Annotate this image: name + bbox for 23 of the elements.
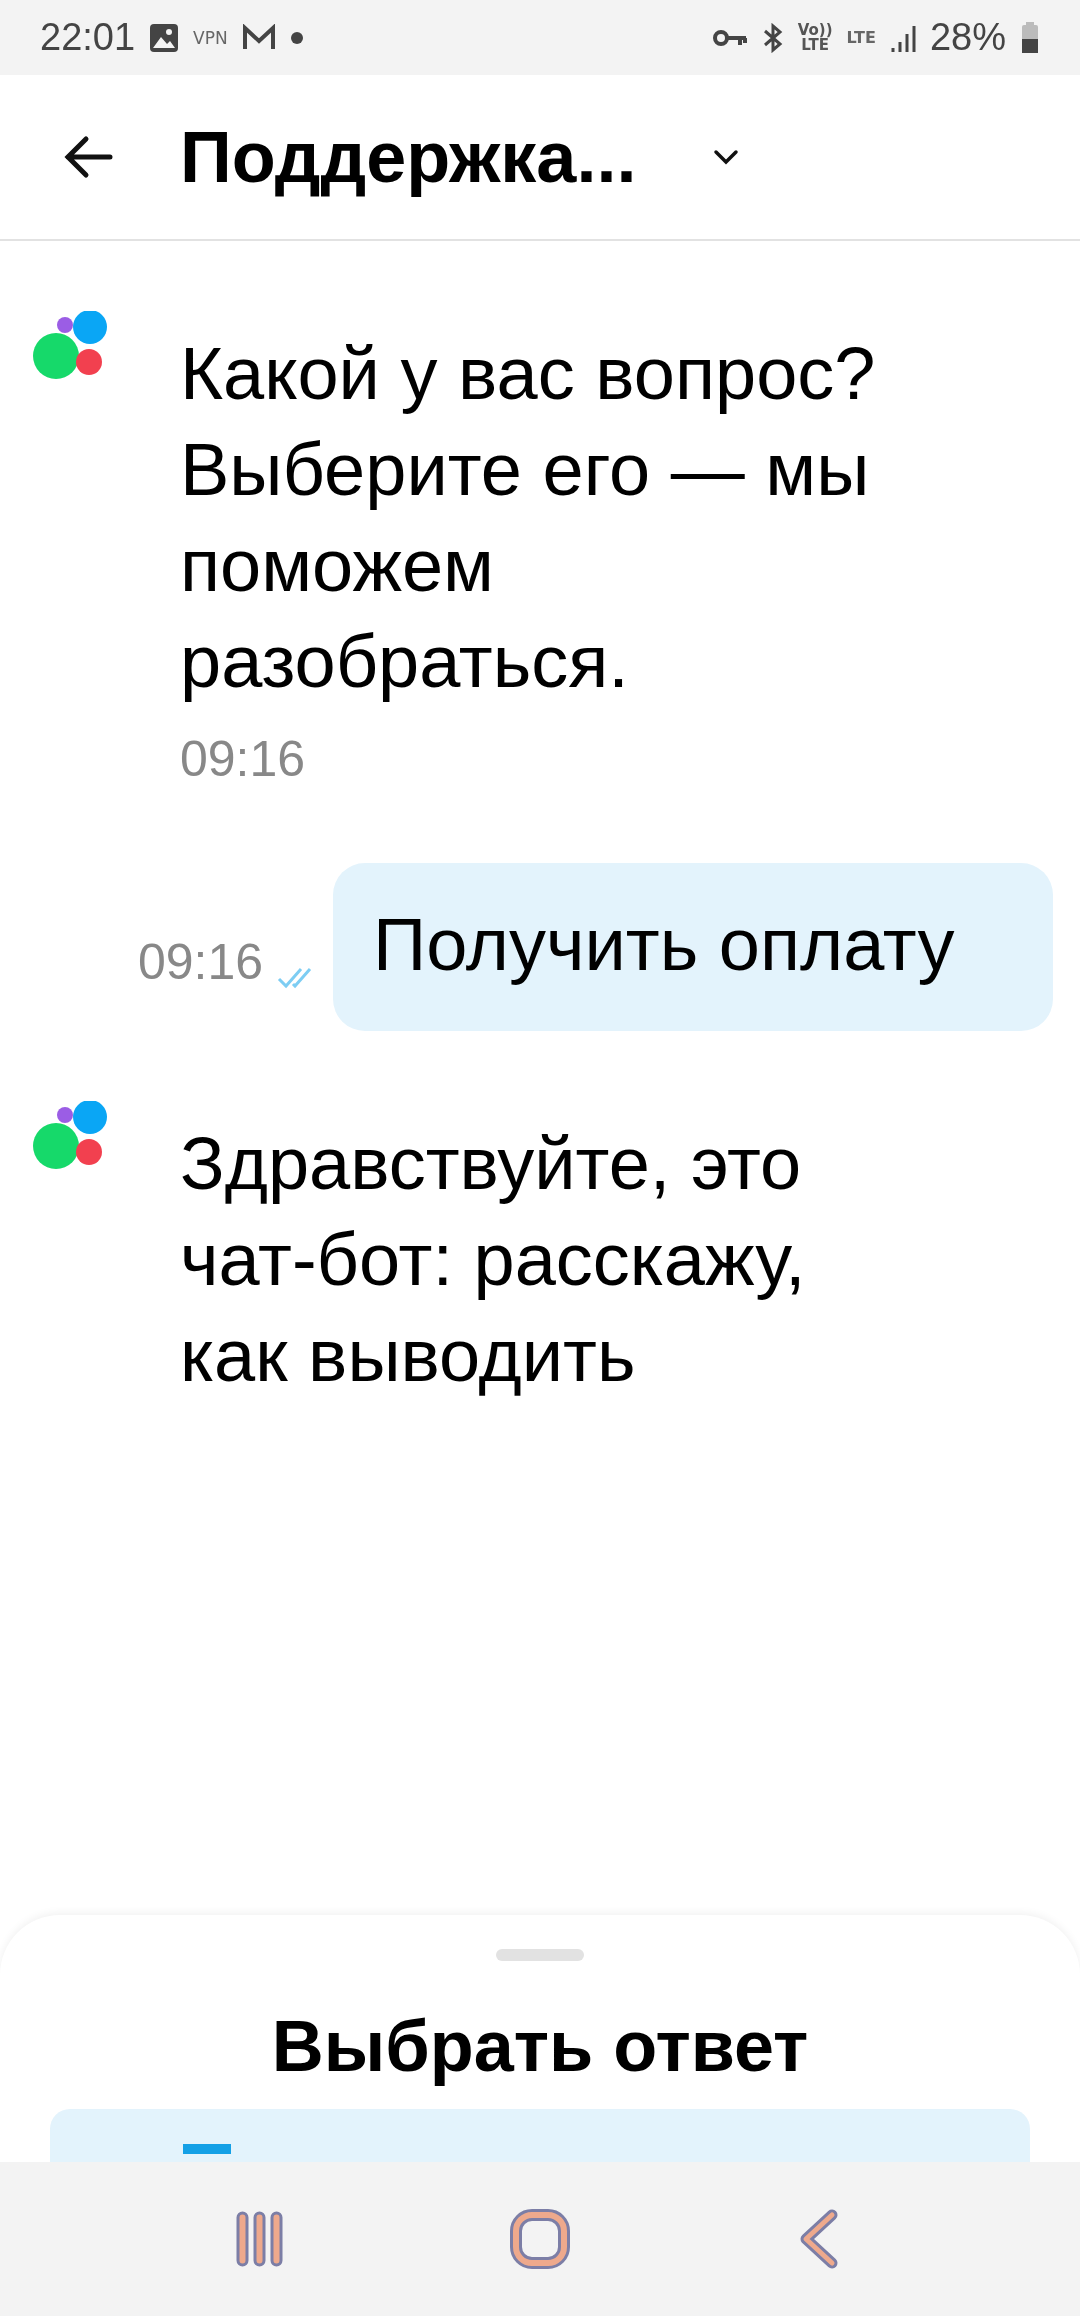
user-message: Получить оплату (333, 863, 1053, 1031)
chat-title: Поддержка... (180, 116, 637, 198)
option-mark (183, 2144, 231, 2154)
signal-icon (889, 23, 916, 52)
home-icon[interactable] (510, 2207, 570, 2271)
volte-label: LTE (801, 37, 829, 53)
lte-label: LTE (846, 28, 876, 47)
bot-message: Какой у вас вопрос? Выберите его — мы поможем разобраться. (180, 331, 877, 705)
drag-handle[interactable] (496, 1949, 584, 1961)
image-icon (149, 22, 180, 53)
bot-message: Здравствуйте, это чат-бот: расскажу, как выводить (180, 1121, 807, 1399)
vpn-label: VPN (193, 27, 228, 48)
mail-icon (241, 23, 276, 52)
message-time: 09:16 (180, 730, 307, 788)
status-time: 22:01 (40, 16, 136, 59)
sheet-title: Выбрать ответ (271, 2005, 809, 2088)
bluetooth-icon (761, 22, 784, 53)
dot-icon (289, 30, 304, 45)
key-icon (711, 27, 748, 48)
message-time: 09:16 (137, 933, 263, 991)
volte-label: Vo)) (797, 22, 833, 38)
battery-percent: 28% (929, 16, 1006, 59)
battery-icon (1020, 20, 1040, 55)
